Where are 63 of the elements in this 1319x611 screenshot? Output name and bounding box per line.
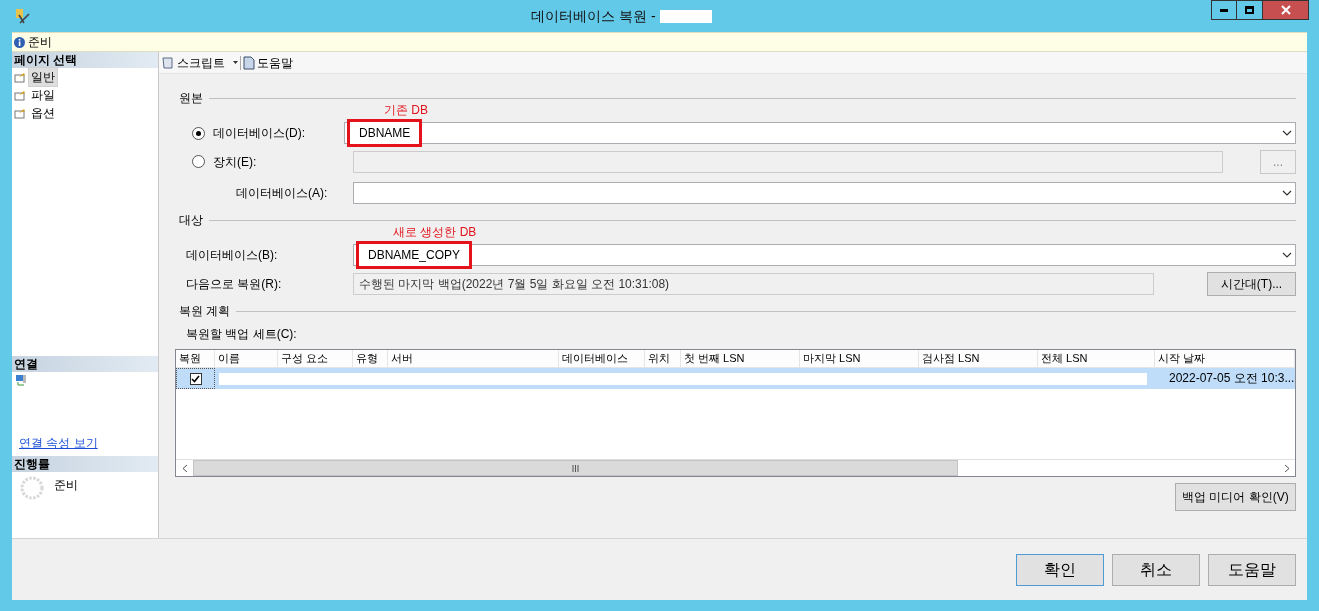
field-label: 데이터베이스(B): bbox=[186, 247, 278, 264]
scroll-right-icon bbox=[1283, 463, 1290, 473]
field-label: 데이터베이스(A): bbox=[236, 184, 328, 202]
column-header[interactable]: 구성 요소 bbox=[278, 350, 353, 367]
field-label: 장치(E): bbox=[213, 153, 257, 171]
dropdown-field[interactable]: DBNAME bbox=[344, 122, 1296, 144]
server-icon bbox=[15, 374, 27, 386]
column-header[interactable]: 서버 bbox=[388, 350, 559, 367]
section-header: 연결 bbox=[12, 356, 158, 372]
window-title: 데이터베이스 복원 - bbox=[531, 6, 656, 26]
dialog-button[interactable]: 취소 bbox=[1112, 553, 1200, 586]
dropdown-field[interactable]: DBNAME_COPY bbox=[353, 244, 1296, 266]
field-value: DBNAME bbox=[347, 119, 423, 147]
column-header[interactable]: 위치 bbox=[645, 350, 681, 367]
radio-button[interactable] bbox=[192, 126, 205, 140]
group-title: 대상 bbox=[179, 212, 203, 229]
column-header[interactable]: 전체 LSN bbox=[1038, 350, 1155, 367]
dialog-button[interactable]: 도움말 bbox=[1208, 553, 1296, 586]
table-cell-text: 2022-07-05 오전 10:3... bbox=[1168, 370, 1295, 387]
dialog-button[interactable]: 확인 bbox=[1016, 553, 1104, 586]
field-value: 수행된 마지막 백업(2022년 7월 5일 화요일 오전 10:31:08) bbox=[358, 275, 671, 293]
table-row[interactable]: 2022-07-05 오전 10:3... bbox=[176, 368, 1295, 389]
column-header[interactable]: 첫 번째 LSN bbox=[681, 350, 800, 367]
column-header[interactable]: 검사점 LSN bbox=[919, 350, 1038, 367]
grid-label: 복원할 백업 세트(C): bbox=[186, 326, 298, 343]
verify-media-button[interactable]: 백업 미디어 확인(V) bbox=[1175, 483, 1296, 511]
annotation-note: 기존 DB bbox=[384, 102, 428, 119]
column-header[interactable]: 데이터베이스 bbox=[559, 350, 645, 367]
scroll-left-icon bbox=[181, 463, 188, 473]
spinner-icon bbox=[20, 476, 44, 500]
toolbar-button[interactable]: 스크립트 bbox=[161, 52, 238, 73]
dropdown-field[interactable] bbox=[353, 181, 1296, 204]
column-header[interactable]: 마지막 LSN bbox=[800, 350, 919, 367]
document-icon bbox=[243, 55, 255, 70]
status-text: 준비 bbox=[28, 34, 52, 51]
checkbox[interactable] bbox=[189, 372, 202, 385]
section-header: 페이지 선택 bbox=[12, 52, 158, 68]
maximize-button[interactable] bbox=[1237, 0, 1263, 20]
column-header[interactable]: 복원 bbox=[176, 350, 215, 367]
info-icon bbox=[14, 36, 25, 48]
tools-icon bbox=[14, 7, 32, 25]
scroll-thumb[interactable] bbox=[193, 460, 958, 476]
section-header: 진행률 bbox=[12, 456, 158, 472]
column-header[interactable]: 유형 bbox=[353, 350, 388, 367]
group-title: 원본 bbox=[179, 90, 203, 107]
close-icon bbox=[1280, 5, 1291, 15]
close-button[interactable] bbox=[1263, 0, 1309, 20]
check-icon bbox=[191, 374, 200, 383]
sidebar-item[interactable]: 일반 bbox=[28, 67, 58, 87]
field-label: 데이터베이스(D): bbox=[213, 125, 305, 142]
sidebar-item[interactable]: 옵션 bbox=[28, 103, 58, 123]
sidebar-item[interactable]: 파일 bbox=[28, 85, 58, 105]
field-value: DBNAME_COPY bbox=[356, 241, 473, 269]
toolbar-button[interactable]: 도움말 bbox=[243, 52, 293, 73]
progress-text: 준비 bbox=[54, 477, 78, 494]
group-title: 복원 계획 bbox=[179, 303, 231, 320]
field-label: 다음으로 복원(R): bbox=[186, 275, 282, 293]
redaction-bar bbox=[659, 9, 712, 23]
connection-properties-link[interactable]: 연결 속성 보기 bbox=[19, 434, 158, 452]
annotation-note: 새로 생성한 DB bbox=[393, 224, 477, 241]
minimize-button[interactable] bbox=[1211, 0, 1237, 20]
column-header[interactable]: 시작 날짜 bbox=[1155, 350, 1295, 367]
horizontal-scrollbar[interactable] bbox=[176, 459, 1295, 476]
